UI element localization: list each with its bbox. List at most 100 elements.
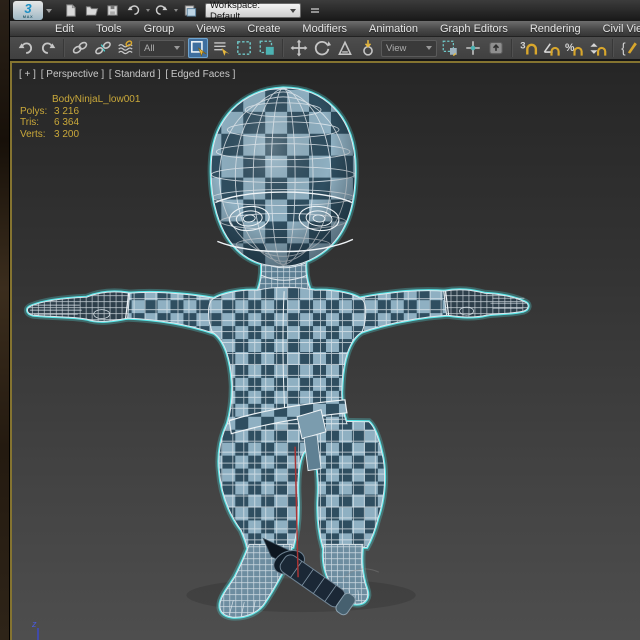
workspace-switcher-icon xyxy=(184,5,196,17)
application-menu-button[interactable]: 3 MAX xyxy=(13,1,43,20)
ninja-model[interactable] xyxy=(27,88,528,617)
main-toolbar: All View 3 % { xyxy=(10,37,640,61)
named-sets-icon: { xyxy=(621,41,637,56)
desktop-edge xyxy=(0,0,10,640)
redo-scene-button[interactable] xyxy=(38,38,58,58)
link-icon xyxy=(72,41,88,54)
select-and-rotate-button[interactable] xyxy=(312,38,332,58)
select-by-name-button[interactable] xyxy=(211,38,231,58)
select-and-place-button[interactable] xyxy=(358,38,378,58)
menu-views[interactable]: Views xyxy=(185,23,236,35)
spinner-snap-toggle-button[interactable] xyxy=(587,38,607,58)
mesh-arm-left xyxy=(125,291,214,334)
selection-filter-dropdown[interactable]: All xyxy=(139,39,185,57)
menu-graph-editors[interactable]: Graph Editors xyxy=(429,23,519,35)
viewport-menu-shading[interactable]: [ Edged Faces ] xyxy=(165,69,235,80)
percent-snap-toggle-button[interactable]: % xyxy=(564,38,584,58)
mesh-head xyxy=(210,87,356,267)
mesh-arm-right xyxy=(358,290,450,334)
viewport-menu-general[interactable]: [ + ] xyxy=(19,69,36,80)
save-file-button[interactable] xyxy=(103,2,122,20)
svg-text:{: { xyxy=(621,41,626,56)
select-and-scale-button[interactable] xyxy=(335,38,355,58)
select-and-link-button[interactable] xyxy=(70,38,90,58)
stats-tris-label: Tris: xyxy=(20,117,40,128)
stats-row: Verts: 3 200 xyxy=(20,129,140,141)
viewport-statistics: BodyNinjaL_low001 Polys: 3 216 Tris: 6 3… xyxy=(20,94,140,140)
window-crossing-toggle-button[interactable] xyxy=(257,38,277,58)
keyboard-override-icon xyxy=(489,41,503,55)
angle-snap-toggle-button[interactable] xyxy=(541,38,561,58)
redo-icon xyxy=(41,41,55,54)
select-object-icon xyxy=(191,41,207,57)
window-crossing-icon xyxy=(259,40,274,55)
percent-snap-icon: % xyxy=(565,41,583,56)
select-and-manipulate-button[interactable] xyxy=(463,38,483,58)
edit-named-selection-sets-button[interactable]: { xyxy=(619,38,639,58)
unlink-selection-button[interactable] xyxy=(93,38,113,58)
menu-animation[interactable]: Animation xyxy=(358,23,429,35)
undo-icon xyxy=(18,41,32,54)
bind-to-spacewarp-button[interactable] xyxy=(116,38,136,58)
save-file-icon xyxy=(107,5,118,16)
scale-icon xyxy=(338,40,352,55)
menu-edit[interactable]: Edit xyxy=(44,23,85,35)
unlink-icon xyxy=(95,41,111,55)
angle-snap-icon xyxy=(543,42,560,56)
new-scene-button[interactable] xyxy=(61,2,80,20)
redo-dropdown-icon[interactable] xyxy=(174,9,178,12)
menu-group[interactable]: Group xyxy=(133,23,186,35)
quick-access-toolbar xyxy=(61,2,199,20)
toolbar-separator xyxy=(282,39,284,57)
undo-icon xyxy=(127,5,140,15)
toolbar-overflow-button[interactable] xyxy=(305,2,324,20)
app-menu-caret-icon[interactable] xyxy=(46,8,52,13)
reference-coordinate-dropdown[interactable]: View xyxy=(381,39,437,57)
select-and-move-button[interactable] xyxy=(289,38,309,58)
pivot-center-icon xyxy=(442,40,457,57)
use-pivot-center-button[interactable] xyxy=(440,38,460,58)
select-object-button[interactable] xyxy=(188,38,208,58)
redo-button[interactable] xyxy=(152,2,171,20)
viewport-menu-pov[interactable]: [ Perspective ] xyxy=(41,69,104,80)
toolbar-separator xyxy=(63,39,65,57)
stats-polys-value: 3 216 xyxy=(54,105,80,117)
move-icon xyxy=(290,39,308,57)
open-file-button[interactable] xyxy=(82,2,101,20)
reference-coordinate-arrow-icon xyxy=(426,46,432,50)
logo-max-text: MAX xyxy=(22,14,34,19)
selection-filter-value: All xyxy=(144,42,155,54)
redo-icon xyxy=(155,5,168,15)
reference-coordinate-value: View xyxy=(386,42,407,54)
viewport-menu-renderer[interactable]: [ Standard ] xyxy=(109,69,161,80)
axis-z-label: z xyxy=(31,619,37,629)
stats-verts-label: Verts: xyxy=(20,128,46,140)
undo-button[interactable] xyxy=(124,2,143,20)
stats-object-name: BodyNinjaL_low001 xyxy=(52,94,141,105)
spinner-snap-icon xyxy=(589,42,606,56)
menu-create[interactable]: Create xyxy=(236,23,291,35)
menu-modifiers[interactable]: Modifiers xyxy=(291,23,358,35)
workspace-dropdown[interactable]: Workspace: Default xyxy=(205,0,301,22)
menu-civil-view[interactable]: Civil View xyxy=(592,23,640,35)
perspective-viewport[interactable]: [ + ] [ Perspective ] [ Standard ] [ Edg… xyxy=(10,61,640,640)
title-bar: 3 MAX Workspace: Default xyxy=(10,0,640,22)
stats-row: Polys: 3 216 xyxy=(20,106,140,118)
workspace-switcher-button[interactable] xyxy=(180,2,199,20)
undo-dropdown-icon[interactable] xyxy=(146,9,150,12)
stats-verts-value: 3 200 xyxy=(54,128,80,140)
stats-tris-value: 6 364 xyxy=(54,117,80,128)
overflow-icon xyxy=(310,7,319,13)
keyboard-shortcut-override-button[interactable] xyxy=(486,38,506,58)
menu-rendering[interactable]: Rendering xyxy=(519,23,592,35)
workspace-dropdown-value: Workspace: Default xyxy=(210,0,260,22)
rectangular-selection-region-button[interactable] xyxy=(234,38,254,58)
toolbar-separator xyxy=(511,39,513,57)
snaps-toggle-button[interactable]: 3 xyxy=(518,38,538,58)
viewport-label: [ + ] [ Perspective ] [ Standard ] [ Edg… xyxy=(19,69,237,80)
menu-tools[interactable]: Tools xyxy=(85,23,133,35)
select-by-name-icon xyxy=(214,42,230,56)
mesh-hand-right xyxy=(443,289,529,318)
undo-scene-button[interactable] xyxy=(15,38,35,58)
manipulate-icon xyxy=(466,41,480,55)
